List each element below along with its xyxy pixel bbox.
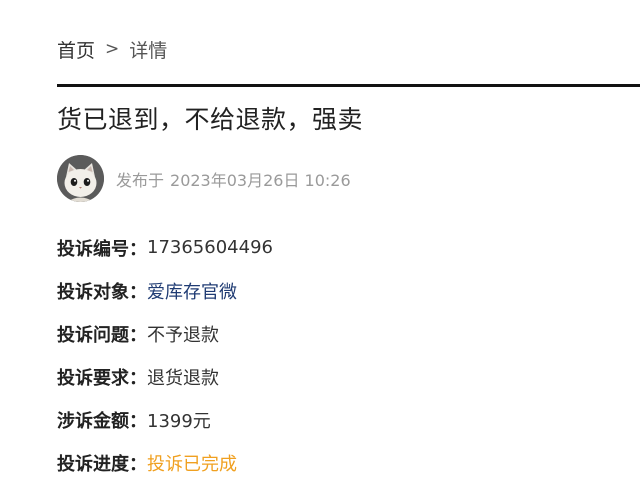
complaint-number-label: 投诉编号：: [57, 238, 147, 260]
header-divider: [57, 84, 640, 87]
page-title: 货已退到，不给退款，强卖: [57, 105, 364, 134]
complaint-request-row: 投诉要求： 退货退款: [57, 355, 273, 398]
complaint-target-label: 投诉对象：: [57, 281, 147, 303]
complaint-progress-row: 投诉进度： 投诉已完成: [57, 441, 273, 484]
complaint-status-badge: 投诉已完成: [147, 453, 237, 475]
complaint-number-value: 17365604496: [147, 237, 273, 258]
published-label: 发布于: [116, 170, 165, 190]
complaint-amount-label: 涉诉金额：: [57, 410, 147, 432]
cat-avatar-icon: [57, 155, 104, 202]
complaint-issue-row: 投诉问题： 不予退款: [57, 312, 273, 355]
breadcrumb-separator: >: [105, 39, 120, 59]
post-meta: 发布于 2023年03月26日 10:26: [57, 155, 351, 202]
complaint-progress-label: 投诉进度：: [57, 453, 147, 475]
complaint-amount-value: 1399元: [147, 410, 211, 432]
complaint-amount-row: 涉诉金额： 1399元: [57, 398, 273, 441]
published-time: 2023年03月26日 10:26: [170, 170, 351, 190]
breadcrumb-home-link[interactable]: 首页: [57, 36, 95, 63]
breadcrumb: 首页 > 详情: [57, 36, 167, 62]
complaint-target-row: 投诉对象： 爱库存官微: [57, 269, 273, 312]
complaint-issue-value: 不予退款: [147, 324, 219, 346]
publish-info: 发布于 2023年03月26日 10:26: [116, 167, 351, 191]
complaint-request-label: 投诉要求：: [57, 367, 147, 389]
complaint-number-row: 投诉编号： 17365604496: [57, 226, 273, 269]
avatar[interactable]: [57, 155, 104, 202]
complaint-target-link[interactable]: 爱库存官微: [147, 278, 237, 304]
complaint-detail-page: 首页 > 详情 货已退到，不给退款，强卖 发布于 2023年03月26日 10:…: [0, 0, 640, 494]
complaint-request-value: 退货退款: [147, 367, 219, 389]
complaint-issue-label: 投诉问题：: [57, 324, 147, 346]
complaint-info: 投诉编号： 17365604496 投诉对象： 爱库存官微 投诉问题： 不予退款…: [57, 226, 273, 484]
breadcrumb-current: 详情: [129, 39, 168, 62]
